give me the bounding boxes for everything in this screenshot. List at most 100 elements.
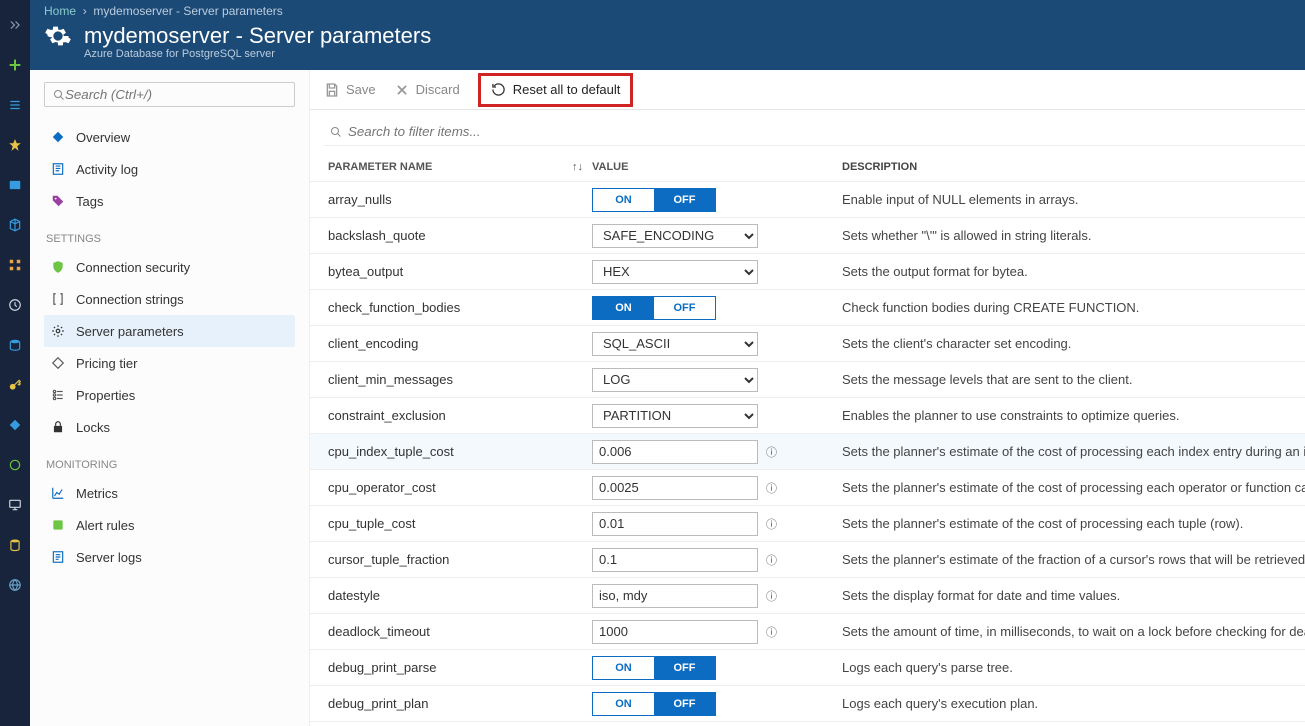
reset-all-button[interactable]: Reset all to default xyxy=(478,73,634,107)
param-name: cursor_tuple_fraction xyxy=(324,552,572,567)
sidebar-item-label: Activity log xyxy=(76,162,138,177)
select-client_encoding[interactable]: SQL_ASCII xyxy=(592,332,758,356)
breadcrumb-page: mydemoserver - Server parameters xyxy=(93,4,282,18)
nav-icon xyxy=(50,485,66,501)
param-value: ⓘ xyxy=(592,620,842,644)
sidebar-item-label: Locks xyxy=(76,420,110,435)
nav-icon xyxy=(50,323,66,339)
sidebar-item-connection-security[interactable]: Connection security xyxy=(44,251,295,283)
rail-icon-globe[interactable] xyxy=(0,570,30,600)
sidebar-item-label: Pricing tier xyxy=(76,356,137,371)
filter-row[interactable] xyxy=(324,124,1305,146)
col-header-name[interactable]: PARAMETER NAME xyxy=(324,161,572,173)
discard-button[interactable]: Discard xyxy=(394,82,460,98)
sidebar-item-properties[interactable]: Properties xyxy=(44,379,295,411)
rail-icon-clock[interactable] xyxy=(0,290,30,320)
nav-icon xyxy=(50,161,66,177)
toggle-debug_print_parse[interactable]: ONOFF xyxy=(592,656,716,680)
undo-icon xyxy=(491,82,507,98)
param-row: cpu_tuple_cost ⓘ Sets the planner's estima… xyxy=(310,506,1305,542)
input-deadlock_timeout[interactable] xyxy=(592,620,758,644)
sidebar-item-locks[interactable]: Locks xyxy=(44,411,295,443)
sidebar-search[interactable] xyxy=(44,82,295,107)
sort-indicator[interactable]: ↑↓ xyxy=(572,161,592,173)
sidebar-section-label: SETTINGS xyxy=(46,233,295,245)
sidebar-item-alert-rules[interactable]: Alert rules xyxy=(44,509,295,541)
rail-icon-star[interactable] xyxy=(0,130,30,160)
rail-icon-cube[interactable] xyxy=(0,210,30,240)
toggle-on[interactable]: ON xyxy=(593,693,654,715)
rail-icon-expand[interactable] xyxy=(0,10,30,40)
nav-icon xyxy=(50,549,66,565)
sidebar-item-metrics[interactable]: Metrics xyxy=(44,477,295,509)
sidebar-item-activity-log[interactable]: Activity log xyxy=(44,153,295,185)
sidebar-item-label: Overview xyxy=(76,130,130,145)
sidebar-item-label: Tags xyxy=(76,194,103,209)
rail-icon-key[interactable] xyxy=(0,370,30,400)
rail-icon-new[interactable] xyxy=(0,50,30,80)
sidebar-search-input[interactable] xyxy=(65,87,286,102)
info-icon[interactable]: ⓘ xyxy=(766,588,777,604)
select-bytea_output[interactable]: HEX xyxy=(592,260,758,284)
param-desc: Sets the planner's estimate of the cost … xyxy=(842,516,1305,531)
param-value: ONOFF xyxy=(592,188,842,212)
input-datestyle[interactable] xyxy=(592,584,758,608)
rail-icon-monitor[interactable] xyxy=(0,490,30,520)
toggle-on[interactable]: ON xyxy=(593,297,654,319)
save-button[interactable]: Save xyxy=(324,82,376,98)
info-icon[interactable]: ⓘ xyxy=(766,480,777,496)
param-value: ⓘ xyxy=(592,584,842,608)
toggle-off[interactable]: OFF xyxy=(654,189,715,211)
blade-sidebar: Overview Activity log Tags SETTINGS Connecti… xyxy=(30,70,310,726)
toggle-debug_print_plan[interactable]: ONOFF xyxy=(592,692,716,716)
sidebar-item-tags[interactable]: Tags xyxy=(44,185,295,217)
rail-icon-sql[interactable] xyxy=(0,330,30,360)
info-icon[interactable]: ⓘ xyxy=(766,624,777,640)
toggle-off[interactable]: OFF xyxy=(654,693,715,715)
select-constraint_exclusion[interactable]: PARTITION xyxy=(592,404,758,428)
toggle-check_function_bodies[interactable]: ONOFF xyxy=(592,296,716,320)
parameters-grid: PARAMETER NAME ↑↓ VALUE DESCRIPTION arra… xyxy=(310,152,1305,726)
col-header-desc[interactable]: DESCRIPTION xyxy=(842,161,1305,173)
filter-input[interactable] xyxy=(348,124,1305,139)
input-cpu_tuple_cost[interactable] xyxy=(592,512,758,536)
param-desc: Sets the amount of time, in milliseconds… xyxy=(842,624,1305,639)
param-name: client_min_messages xyxy=(324,372,572,387)
rail-icon-diamond[interactable] xyxy=(0,410,30,440)
select-client_min_messages[interactable]: LOG xyxy=(592,368,758,392)
sidebar-item-label: Connection security xyxy=(76,260,190,275)
rail-icon-list[interactable] xyxy=(0,90,30,120)
col-header-value[interactable]: VALUE xyxy=(592,161,842,173)
sidebar-item-pricing-tier[interactable]: Pricing tier xyxy=(44,347,295,379)
info-icon[interactable]: ⓘ xyxy=(766,552,777,568)
input-cursor_tuple_fraction[interactable] xyxy=(592,548,758,572)
param-name: client_encoding xyxy=(324,336,572,351)
toggle-off[interactable]: OFF xyxy=(654,657,715,679)
rail-icon-dashboard[interactable] xyxy=(0,170,30,200)
param-value: ONOFF xyxy=(592,656,842,680)
breadcrumb-home[interactable]: Home xyxy=(44,4,76,18)
param-name: cpu_tuple_cost xyxy=(324,516,572,531)
rail-icon-circle[interactable] xyxy=(0,450,30,480)
close-icon xyxy=(394,82,410,98)
param-value: ONOFF xyxy=(592,296,842,320)
input-cpu_operator_cost[interactable] xyxy=(592,476,758,500)
toggle-on[interactable]: ON xyxy=(593,657,654,679)
sidebar-item-connection-strings[interactable]: Connection strings xyxy=(44,283,295,315)
info-icon[interactable]: ⓘ xyxy=(766,516,777,532)
param-desc: Check function bodies during CREATE FUNC… xyxy=(842,300,1305,315)
toggle-on[interactable]: ON xyxy=(593,189,654,211)
rail-icon-db[interactable] xyxy=(0,530,30,560)
sidebar-item-overview[interactable]: Overview xyxy=(44,121,295,153)
param-name: debug_print_parse xyxy=(324,660,572,675)
info-icon[interactable]: ⓘ xyxy=(766,444,777,460)
sidebar-item-server-logs[interactable]: Server logs xyxy=(44,541,295,573)
input-cpu_index_tuple_cost[interactable] xyxy=(592,440,758,464)
select-backslash_quote[interactable]: SAFE_ENCODING xyxy=(592,224,758,248)
rail-icon-grid[interactable] xyxy=(0,250,30,280)
toggle-off[interactable]: OFF xyxy=(654,297,715,319)
sidebar-item-server-parameters[interactable]: Server parameters xyxy=(44,315,295,347)
toggle-array_nulls[interactable]: ONOFF xyxy=(592,188,716,212)
sidebar-item-label: Metrics xyxy=(76,486,118,501)
nav-icon xyxy=(50,129,66,145)
